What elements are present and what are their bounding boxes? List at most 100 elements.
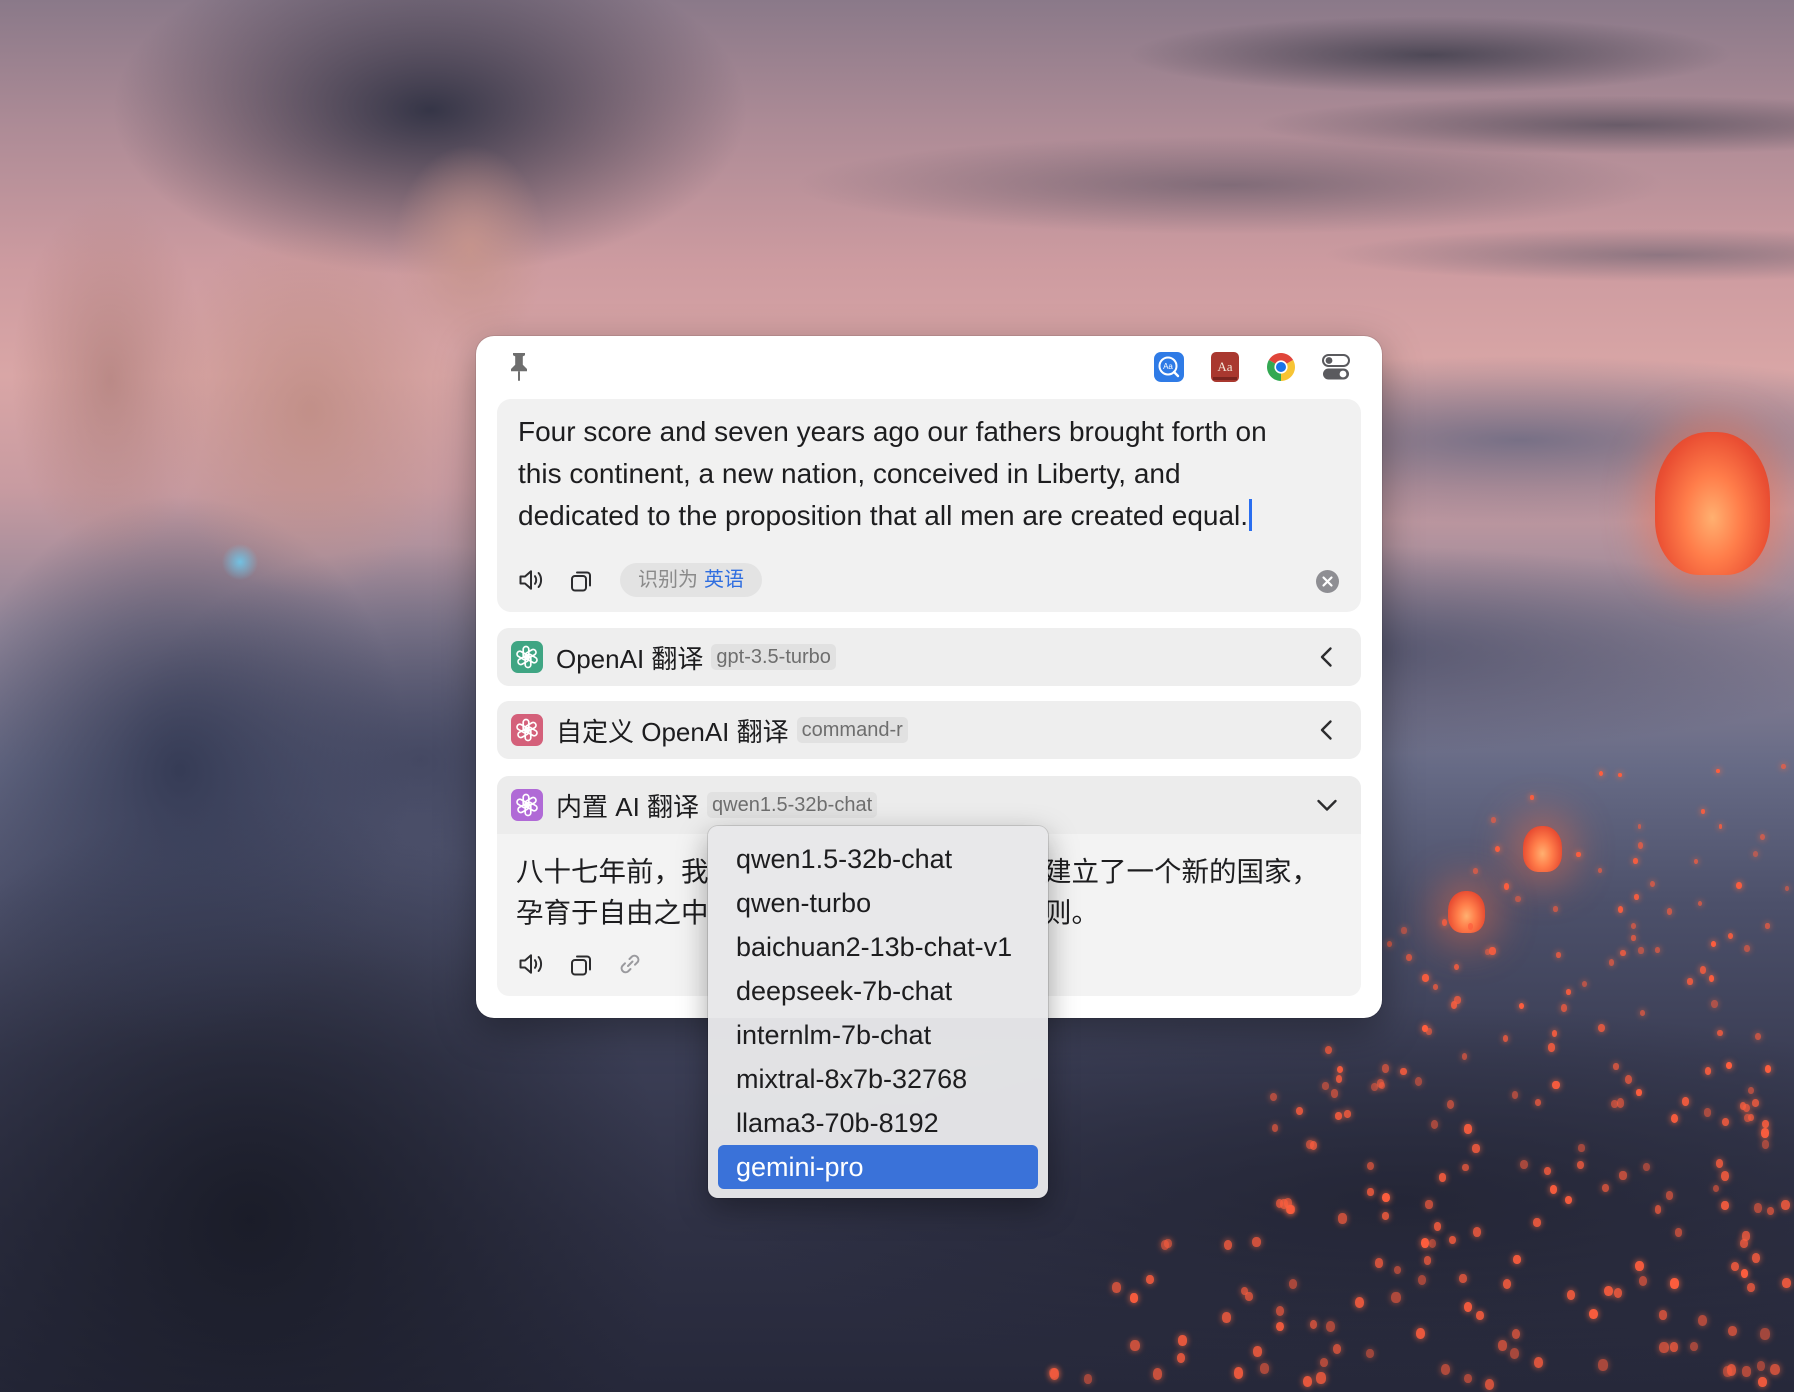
service-row-custom-openai[interactable]: 自定义 OpenAI 翻译 command-r [497,701,1361,759]
lantern-light [1503,883,1510,890]
lantern-light [1387,941,1393,948]
lantern-light [1502,1279,1512,1290]
lantern-light [1751,1099,1759,1108]
source-text[interactable]: Four score and seven years ago our fathe… [518,411,1267,537]
lantern-light [1433,983,1439,990]
service-title: OpenAI 翻译 [556,643,704,674]
speaker-icon[interactable] [517,566,545,594]
detected-language-badge[interactable]: 识别为 英语 [620,563,762,597]
lantern-light [1336,1065,1344,1074]
model-option-selected[interactable]: gemini-pro [718,1145,1038,1189]
model-option[interactable]: qwen1.5-32b-chat [718,837,1038,881]
lantern-light [1761,1128,1770,1138]
lantern-light [1441,919,1448,926]
lantern-light [1430,1119,1439,1129]
service-model-tag[interactable]: command-r [796,717,908,743]
apple-dictionary-icon[interactable]: Aa [1209,351,1241,383]
lantern-light [1461,1053,1468,1061]
service-model-tag[interactable]: gpt-3.5-turbo [711,644,836,670]
speaker-icon[interactable] [517,950,545,978]
lantern-light [1654,1205,1662,1214]
source-line-text: this continent, a new nation, conceived … [518,458,1181,489]
lantern-light [1421,1238,1430,1249]
lantern-light [1438,1173,1446,1182]
lantern-light [1334,1111,1342,1120]
copy-icon[interactable] [567,951,595,979]
lantern-light [1381,1064,1390,1074]
lantern-light [1759,833,1766,841]
lantern-light [1717,1029,1723,1037]
lantern-light [1449,1236,1457,1245]
settings-toggles-icon[interactable] [1320,351,1352,383]
detected-language-label: 识别为 [638,569,698,591]
lantern-light [1630,923,1636,930]
link-icon[interactable] [616,950,644,978]
lantern-light [1703,1108,1711,1117]
lantern-light [1259,1363,1269,1374]
lantern-light [1145,1275,1154,1285]
lantern-light [1697,900,1703,907]
lantern-light [1421,973,1429,982]
lantern-light [1726,1061,1733,1070]
source-text-box[interactable]: Four score and seven years ago our fathe… [497,399,1361,612]
lantern-light [1619,1171,1627,1180]
lantern-light [1633,894,1639,901]
lantern-light [1670,1278,1679,1289]
lantern-light [1305,1139,1314,1150]
chevron-left-icon[interactable] [1315,645,1339,669]
chrome-icon[interactable] [1265,351,1297,383]
lantern-light [1567,1290,1576,1300]
lantern-light [1367,1188,1375,1196]
lantern-light [1643,1162,1650,1171]
lantern-light [1502,1035,1508,1042]
lantern-light [1544,1166,1551,1176]
lantern-light [1271,1123,1279,1132]
lantern-light [1740,1239,1748,1249]
lantern-light [1491,817,1496,824]
model-dropdown-menu: qwen1.5-32b-chat qwen-turbo baichuan2-13… [708,826,1048,1198]
lantern-light [1111,1281,1121,1293]
model-option[interactable]: internlm-7b-chat [718,1013,1038,1057]
model-option[interactable]: llama3-70b-8192 [718,1101,1038,1145]
lantern-light [1743,1113,1751,1122]
source-line: dedicated to the proposition that all me… [518,495,1267,537]
lantern-light [1473,1226,1482,1237]
lantern-light [1084,1374,1093,1384]
lantern-light [1414,1076,1423,1086]
chevron-down-icon[interactable] [1315,793,1339,817]
lantern-light [1401,927,1407,934]
service-row-openai[interactable]: OpenAI 翻译 gpt-3.5-turbo [497,628,1361,686]
lantern-light [1391,1291,1401,1303]
lantern-light [1472,1143,1480,1153]
clear-icon[interactable] [1315,569,1340,594]
lantern-light [1177,1335,1187,1346]
copy-icon[interactable] [567,567,595,595]
lantern-light [1659,1341,1669,1354]
lantern-light [1270,1092,1278,1102]
dictionary-lookup-icon[interactable]: Aa [1153,351,1185,383]
lantern-light [1476,1310,1484,1320]
model-option[interactable]: qwen-turbo [718,881,1038,925]
lantern-light [1785,885,1790,891]
lantern-light [1613,1287,1623,1298]
chevron-left-icon[interactable] [1315,718,1339,742]
lantern-light [1316,1372,1326,1384]
lantern-light [1765,923,1770,929]
lantern-light [1760,1328,1770,1340]
lantern-light [1721,1171,1730,1182]
lantern-light [1378,1082,1385,1090]
lantern-light [1700,808,1705,814]
lantern-light [1747,1282,1756,1293]
lantern-light [1638,947,1644,954]
lantern-light [1415,1327,1425,1339]
model-option[interactable]: mixtral-8x7b-32768 [718,1057,1038,1101]
pin-icon[interactable] [504,350,534,382]
lantern-light [1723,1366,1733,1377]
svg-text:Aa: Aa [1217,359,1232,374]
lantern-light [1484,1378,1494,1390]
lantern-light [1533,1357,1544,1369]
service-model-tag[interactable]: qwen1.5-32b-chat [707,792,878,818]
model-option[interactable]: deepseek-7b-chat [718,969,1038,1013]
model-option[interactable]: baichuan2-13b-chat-v1 [718,925,1038,969]
translation-text: 建立了一个新的国家， [1044,856,1319,887]
